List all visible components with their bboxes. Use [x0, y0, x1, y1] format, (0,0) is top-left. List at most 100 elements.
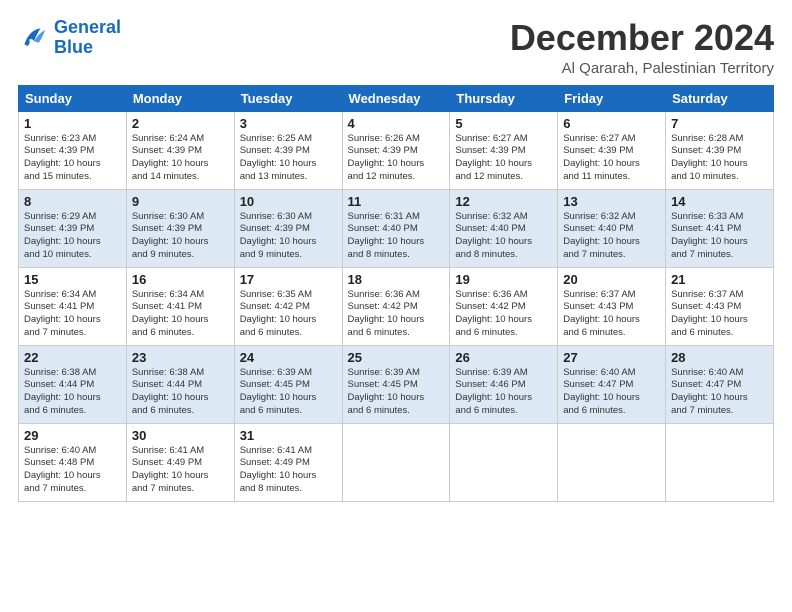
- calendar-header-row: Sunday Monday Tuesday Wednesday Thursday…: [19, 85, 774, 111]
- calendar-week-row: 8 Sunrise: 6:29 AM Sunset: 4:39 PM Daylig…: [19, 189, 774, 267]
- day-info: Sunrise: 6:36 AM Sunset: 4:42 PM Dayligh…: [348, 289, 445, 340]
- day-info: Sunrise: 6:39 AM Sunset: 4:45 PM Dayligh…: [348, 367, 445, 418]
- table-row: 27Sunrise: 6:40 AM Sunset: 4:47 PM Dayli…: [558, 345, 666, 423]
- day-number: 25: [348, 350, 445, 365]
- logo: General Blue: [18, 18, 121, 58]
- table-row: 2Sunrise: 6:24 AM Sunset: 4:39 PM Daylig…: [126, 111, 234, 189]
- col-monday: Monday: [126, 85, 234, 111]
- table-row: 13 Sunrise: 6:32 AM Sunset: 4:40 PM Dayli…: [558, 189, 666, 267]
- col-thursday: Thursday: [450, 85, 558, 111]
- day-info: Sunrise: 6:38 AM Sunset: 4:44 PM Dayligh…: [132, 367, 229, 418]
- calendar-week-row: 22 Sunrise: 6:38 AM Sunset: 4:44 PM Dayli…: [19, 345, 774, 423]
- day-number: 16: [132, 272, 229, 287]
- table-row: 25 Sunrise: 6:39 AM Sunset: 4:45 PM Dayli…: [342, 345, 450, 423]
- day-number: 8: [24, 194, 121, 209]
- table-row: 23 Sunrise: 6:38 AM Sunset: 4:44 PM Dayli…: [126, 345, 234, 423]
- day-number: 10: [240, 194, 337, 209]
- day-info: Sunrise: 6:26 AM Sunset: 4:39 PM Dayligh…: [348, 133, 445, 184]
- col-friday: Friday: [558, 85, 666, 111]
- day-info: Sunrise: 6:28 AM Sunset: 4:39 PM Dayligh…: [671, 133, 768, 184]
- logo-bird-icon: [18, 22, 50, 54]
- day-number: 21: [671, 272, 768, 287]
- day-info: Sunrise: 6:41 AM Sunset: 4:49 PM Dayligh…: [132, 445, 229, 496]
- table-row: 12Sunrise: 6:32 AM Sunset: 4:40 PM Dayli…: [450, 189, 558, 267]
- day-info: Sunrise: 6:24 AM Sunset: 4:39 PM Dayligh…: [132, 133, 229, 184]
- day-info: Sunrise: 6:40 AM Sunset: 4:47 PM Dayligh…: [671, 367, 768, 418]
- table-row: 19 Sunrise: 6:36 AM Sunset: 4:42 PM Dayli…: [450, 267, 558, 345]
- day-number: 20: [563, 272, 660, 287]
- table-row: 29 Sunrise: 6:40 AM Sunset: 4:48 PM Dayli…: [19, 423, 127, 501]
- table-row: 5 Sunrise: 6:27 AM Sunset: 4:39 PM Daylig…: [450, 111, 558, 189]
- day-info: Sunrise: 6:39 AM Sunset: 4:46 PM Dayligh…: [455, 367, 552, 418]
- day-info: Sunrise: 6:35 AM Sunset: 4:42 PM Dayligh…: [240, 289, 337, 340]
- table-row: 9Sunrise: 6:30 AM Sunset: 4:39 PM Daylig…: [126, 189, 234, 267]
- table-row: 7 Sunrise: 6:28 AM Sunset: 4:39 PM Daylig…: [666, 111, 774, 189]
- day-info: Sunrise: 6:31 AM Sunset: 4:40 PM Dayligh…: [348, 211, 445, 262]
- main-title: December 2024: [510, 18, 774, 58]
- day-info: Sunrise: 6:36 AM Sunset: 4:42 PM Dayligh…: [455, 289, 552, 340]
- col-sunday: Sunday: [19, 85, 127, 111]
- day-number: 17: [240, 272, 337, 287]
- table-row: 18 Sunrise: 6:36 AM Sunset: 4:42 PM Dayli…: [342, 267, 450, 345]
- day-info: Sunrise: 6:34 AM Sunset: 4:41 PM Dayligh…: [24, 289, 121, 340]
- calendar-week-row: 29 Sunrise: 6:40 AM Sunset: 4:48 PM Dayli…: [19, 423, 774, 501]
- col-saturday: Saturday: [666, 85, 774, 111]
- logo-text-blue: Blue: [54, 38, 121, 58]
- table-row: 1 Sunrise: 6:23 AM Sunset: 4:39 PM Daylig…: [19, 111, 127, 189]
- table-row: 28 Sunrise: 6:40 AM Sunset: 4:47 PM Dayli…: [666, 345, 774, 423]
- day-info: Sunrise: 6:32 AM Sunset: 4:40 PM Dayligh…: [563, 211, 660, 262]
- day-number: 13: [563, 194, 660, 209]
- table-row: [342, 423, 450, 501]
- day-number: 12: [455, 194, 552, 209]
- day-number: 5: [455, 116, 552, 131]
- day-number: 24: [240, 350, 337, 365]
- table-row: 17 Sunrise: 6:35 AM Sunset: 4:42 PM Dayli…: [234, 267, 342, 345]
- table-row: 16Sunrise: 6:34 AM Sunset: 4:41 PM Dayli…: [126, 267, 234, 345]
- day-number: 4: [348, 116, 445, 131]
- table-row: 15Sunrise: 6:34 AM Sunset: 4:41 PM Dayli…: [19, 267, 127, 345]
- day-info: Sunrise: 6:30 AM Sunset: 4:39 PM Dayligh…: [240, 211, 337, 262]
- day-info: Sunrise: 6:27 AM Sunset: 4:39 PM Dayligh…: [455, 133, 552, 184]
- table-row: 3 Sunrise: 6:25 AM Sunset: 4:39 PM Daylig…: [234, 111, 342, 189]
- day-number: 22: [24, 350, 121, 365]
- page: General Blue December 2024 Al Qararah, P…: [0, 0, 792, 612]
- day-number: 18: [348, 272, 445, 287]
- day-number: 31: [240, 428, 337, 443]
- day-number: 29: [24, 428, 121, 443]
- day-number: 11: [348, 194, 445, 209]
- day-number: 30: [132, 428, 229, 443]
- day-number: 28: [671, 350, 768, 365]
- day-number: 7: [671, 116, 768, 131]
- day-number: 27: [563, 350, 660, 365]
- day-number: 3: [240, 116, 337, 131]
- table-row: 6Sunrise: 6:27 AM Sunset: 4:39 PM Daylig…: [558, 111, 666, 189]
- day-info: Sunrise: 6:33 AM Sunset: 4:41 PM Dayligh…: [671, 211, 768, 262]
- day-number: 26: [455, 350, 552, 365]
- table-row: 4 Sunrise: 6:26 AM Sunset: 4:39 PM Daylig…: [342, 111, 450, 189]
- table-row: [666, 423, 774, 501]
- calendar-week-row: 1 Sunrise: 6:23 AM Sunset: 4:39 PM Daylig…: [19, 111, 774, 189]
- day-number: 23: [132, 350, 229, 365]
- table-row: 14 Sunrise: 6:33 AM Sunset: 4:41 PM Dayli…: [666, 189, 774, 267]
- table-row: 10 Sunrise: 6:30 AM Sunset: 4:39 PM Dayli…: [234, 189, 342, 267]
- day-number: 14: [671, 194, 768, 209]
- subtitle: Al Qararah, Palestinian Territory: [510, 60, 774, 77]
- day-info: Sunrise: 6:30 AM Sunset: 4:39 PM Dayligh…: [132, 211, 229, 262]
- table-row: 31 Sunrise: 6:41 AM Sunset: 4:49 PM Dayli…: [234, 423, 342, 501]
- day-number: 19: [455, 272, 552, 287]
- day-number: 1: [24, 116, 121, 131]
- calendar-week-row: 15Sunrise: 6:34 AM Sunset: 4:41 PM Dayli…: [19, 267, 774, 345]
- header: General Blue December 2024 Al Qararah, P…: [18, 18, 774, 77]
- day-info: Sunrise: 6:40 AM Sunset: 4:48 PM Dayligh…: [24, 445, 121, 496]
- table-row: 20 Sunrise: 6:37 AM Sunset: 4:43 PM Dayli…: [558, 267, 666, 345]
- day-info: Sunrise: 6:41 AM Sunset: 4:49 PM Dayligh…: [240, 445, 337, 496]
- day-info: Sunrise: 6:39 AM Sunset: 4:45 PM Dayligh…: [240, 367, 337, 418]
- day-info: Sunrise: 6:23 AM Sunset: 4:39 PM Dayligh…: [24, 133, 121, 184]
- day-info: Sunrise: 6:29 AM Sunset: 4:39 PM Dayligh…: [24, 211, 121, 262]
- day-info: Sunrise: 6:25 AM Sunset: 4:39 PM Dayligh…: [240, 133, 337, 184]
- day-info: Sunrise: 6:37 AM Sunset: 4:43 PM Dayligh…: [671, 289, 768, 340]
- day-info: Sunrise: 6:37 AM Sunset: 4:43 PM Dayligh…: [563, 289, 660, 340]
- col-wednesday: Wednesday: [342, 85, 450, 111]
- table-row: 8 Sunrise: 6:29 AM Sunset: 4:39 PM Daylig…: [19, 189, 127, 267]
- logo-text-general: General: [54, 18, 121, 38]
